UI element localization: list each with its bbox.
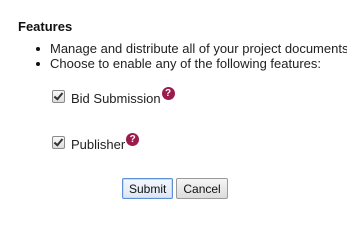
section-title: Features [18, 19, 73, 34]
submit-button[interactable]: Submit [122, 178, 174, 199]
publisher-label: Publisher [71, 137, 126, 152]
form-actions: Submit Cancel [122, 178, 231, 199]
publisher-checkbox[interactable] [52, 136, 65, 149]
cancel-button[interactable]: Cancel [176, 178, 228, 199]
help-icon[interactable]: ? [161, 87, 175, 100]
bid-submission-label: Bid Submission [71, 91, 161, 106]
feature-description-list: Manage and distribute all of your projec… [36, 41, 347, 71]
list-item: Choose to enable any of the following fe… [36, 56, 347, 71]
checkmark-icon [53, 136, 64, 147]
bid-submission-checkbox[interactable] [52, 90, 65, 103]
features-panel: Features Manage and distribute all of yo… [0, 0, 347, 240]
checkmark-icon [53, 90, 64, 101]
feature-bid-submission: Bid Submission ? [52, 87, 175, 106]
list-item: Manage and distribute all of your projec… [36, 41, 347, 56]
help-icon[interactable]: ? [126, 133, 140, 146]
feature-publisher: Publisher ? [52, 133, 140, 152]
